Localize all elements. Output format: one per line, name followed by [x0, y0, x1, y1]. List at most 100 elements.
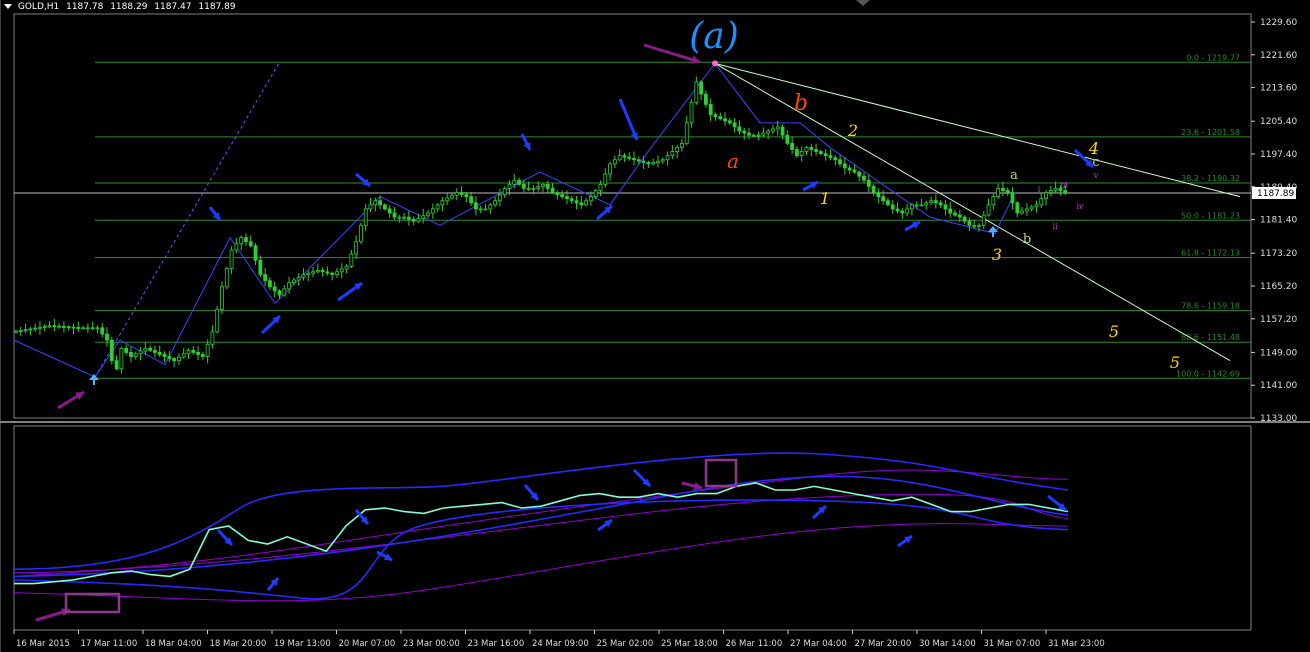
- candle-body: [804, 147, 809, 152]
- candle-body: [325, 271, 330, 274]
- candle-body: [953, 212, 957, 216]
- candle-body: [268, 280, 272, 288]
- candle-body: [948, 208, 953, 214]
- candle-body: [929, 200, 933, 204]
- candle-body: [157, 352, 162, 355]
- candle-body: [1063, 190, 1068, 193]
- candle-body: [684, 122, 689, 144]
- candle-body: [852, 169, 857, 173]
- candle-body: [986, 204, 991, 216]
- candle-body: [814, 149, 818, 152]
- header-dropdown-icon[interactable]: [4, 3, 12, 9]
- candle-body: [574, 200, 579, 204]
- candle-body: [62, 326, 66, 328]
- candle-body: [828, 155, 833, 159]
- time-axis-label: 26 Mar 11:00: [726, 639, 783, 649]
- candle-body: [311, 271, 315, 274]
- candle-body: [617, 155, 622, 161]
- candle-body: [809, 147, 814, 150]
- candle-body: [176, 356, 181, 362]
- open-price: 1187.78: [66, 2, 104, 12]
- price-axis-label: 1173.20: [1260, 249, 1297, 259]
- candle-body: [943, 204, 948, 210]
- candle-body: [109, 339, 114, 362]
- gold-h1-chart[interactable]: 1229.601221.601213.601205.401197.401189.…: [0, 0, 1310, 652]
- wave-label: 2: [847, 121, 858, 140]
- candle-body: [430, 208, 435, 214]
- candle-body: [445, 197, 450, 202]
- fib-level-label: 50.0 - 1181.23: [1181, 211, 1240, 220]
- candle-body: [138, 350, 143, 355]
- wave-label: 3: [992, 245, 1002, 264]
- wave-label: b: [794, 91, 808, 116]
- wave-label: iv: [1076, 202, 1084, 211]
- candle-body: [790, 142, 795, 150]
- candle-body: [172, 358, 177, 362]
- candle-body: [550, 188, 555, 193]
- candle-body: [847, 167, 852, 171]
- time-axis-label: 17 Mar 11:00: [81, 639, 138, 649]
- candle-body: [478, 208, 483, 211]
- candle-body: [133, 353, 138, 357]
- candle-body: [349, 253, 354, 267]
- candle-body: [119, 347, 124, 370]
- candle-body: [910, 204, 914, 210]
- wave-label: a: [727, 149, 739, 173]
- candle-body: [28, 328, 33, 331]
- candle-body: [670, 151, 675, 157]
- candle-body: [881, 196, 886, 202]
- candle-body: [124, 347, 129, 353]
- price-axis-label: 1133.00: [1260, 414, 1297, 424]
- candle-body: [977, 224, 981, 227]
- price-axis-label: 1181.40: [1260, 216, 1297, 226]
- candle-body: [196, 352, 200, 355]
- candle-body: [167, 356, 172, 359]
- candle-body: [224, 267, 229, 288]
- candle-body: [435, 204, 440, 210]
- candle-body: [818, 151, 823, 154]
- candle-body: [1053, 188, 1058, 191]
- candle-body: [569, 198, 574, 202]
- candle-body: [90, 327, 95, 330]
- time-axis-label: 25 Mar 18:00: [661, 639, 718, 649]
- candle-body: [320, 270, 325, 273]
- candle-body: [823, 153, 828, 157]
- candle-body: [1020, 210, 1024, 214]
- candle-body: [780, 126, 785, 136]
- candle-body: [411, 218, 416, 222]
- candle-body: [23, 329, 28, 332]
- candle-body: [641, 160, 646, 163]
- candle-body: [593, 190, 598, 198]
- candle-body: [406, 216, 411, 220]
- candle-body: [497, 194, 502, 202]
- time-axis-label: 24 Mar 09:00: [532, 639, 589, 649]
- wave-label: ii: [1052, 222, 1058, 231]
- candle-body: [526, 188, 531, 190]
- candle-body: [258, 259, 263, 275]
- candle-body: [833, 157, 838, 161]
- fib-level-label: 0.0 - 1219.77: [1186, 53, 1240, 62]
- candle-body: [33, 327, 38, 330]
- time-axis-label: 16 Mar 2015: [16, 639, 70, 649]
- candle-body: [464, 194, 469, 198]
- candle-body: [282, 288, 287, 296]
- candle-body: [991, 196, 996, 206]
- candle-body: [895, 208, 900, 212]
- candles-group: [14, 76, 1068, 374]
- upper-channel-line: [714, 62, 1241, 198]
- candle-body: [565, 196, 569, 200]
- candle-body: [680, 142, 684, 148]
- candle-body: [579, 202, 584, 206]
- candle-body: [521, 183, 526, 189]
- candle-body: [531, 188, 536, 190]
- candle-body: [871, 185, 876, 193]
- wave-label: v: [1093, 171, 1099, 180]
- candle-body: [996, 188, 1001, 198]
- candle-body: [727, 120, 732, 124]
- candle-body: [378, 200, 383, 206]
- candle-body: [215, 308, 220, 333]
- candle-body: [315, 270, 320, 273]
- candle-body: [105, 333, 109, 341]
- candle-body: [95, 327, 100, 330]
- candle-body: [890, 204, 895, 210]
